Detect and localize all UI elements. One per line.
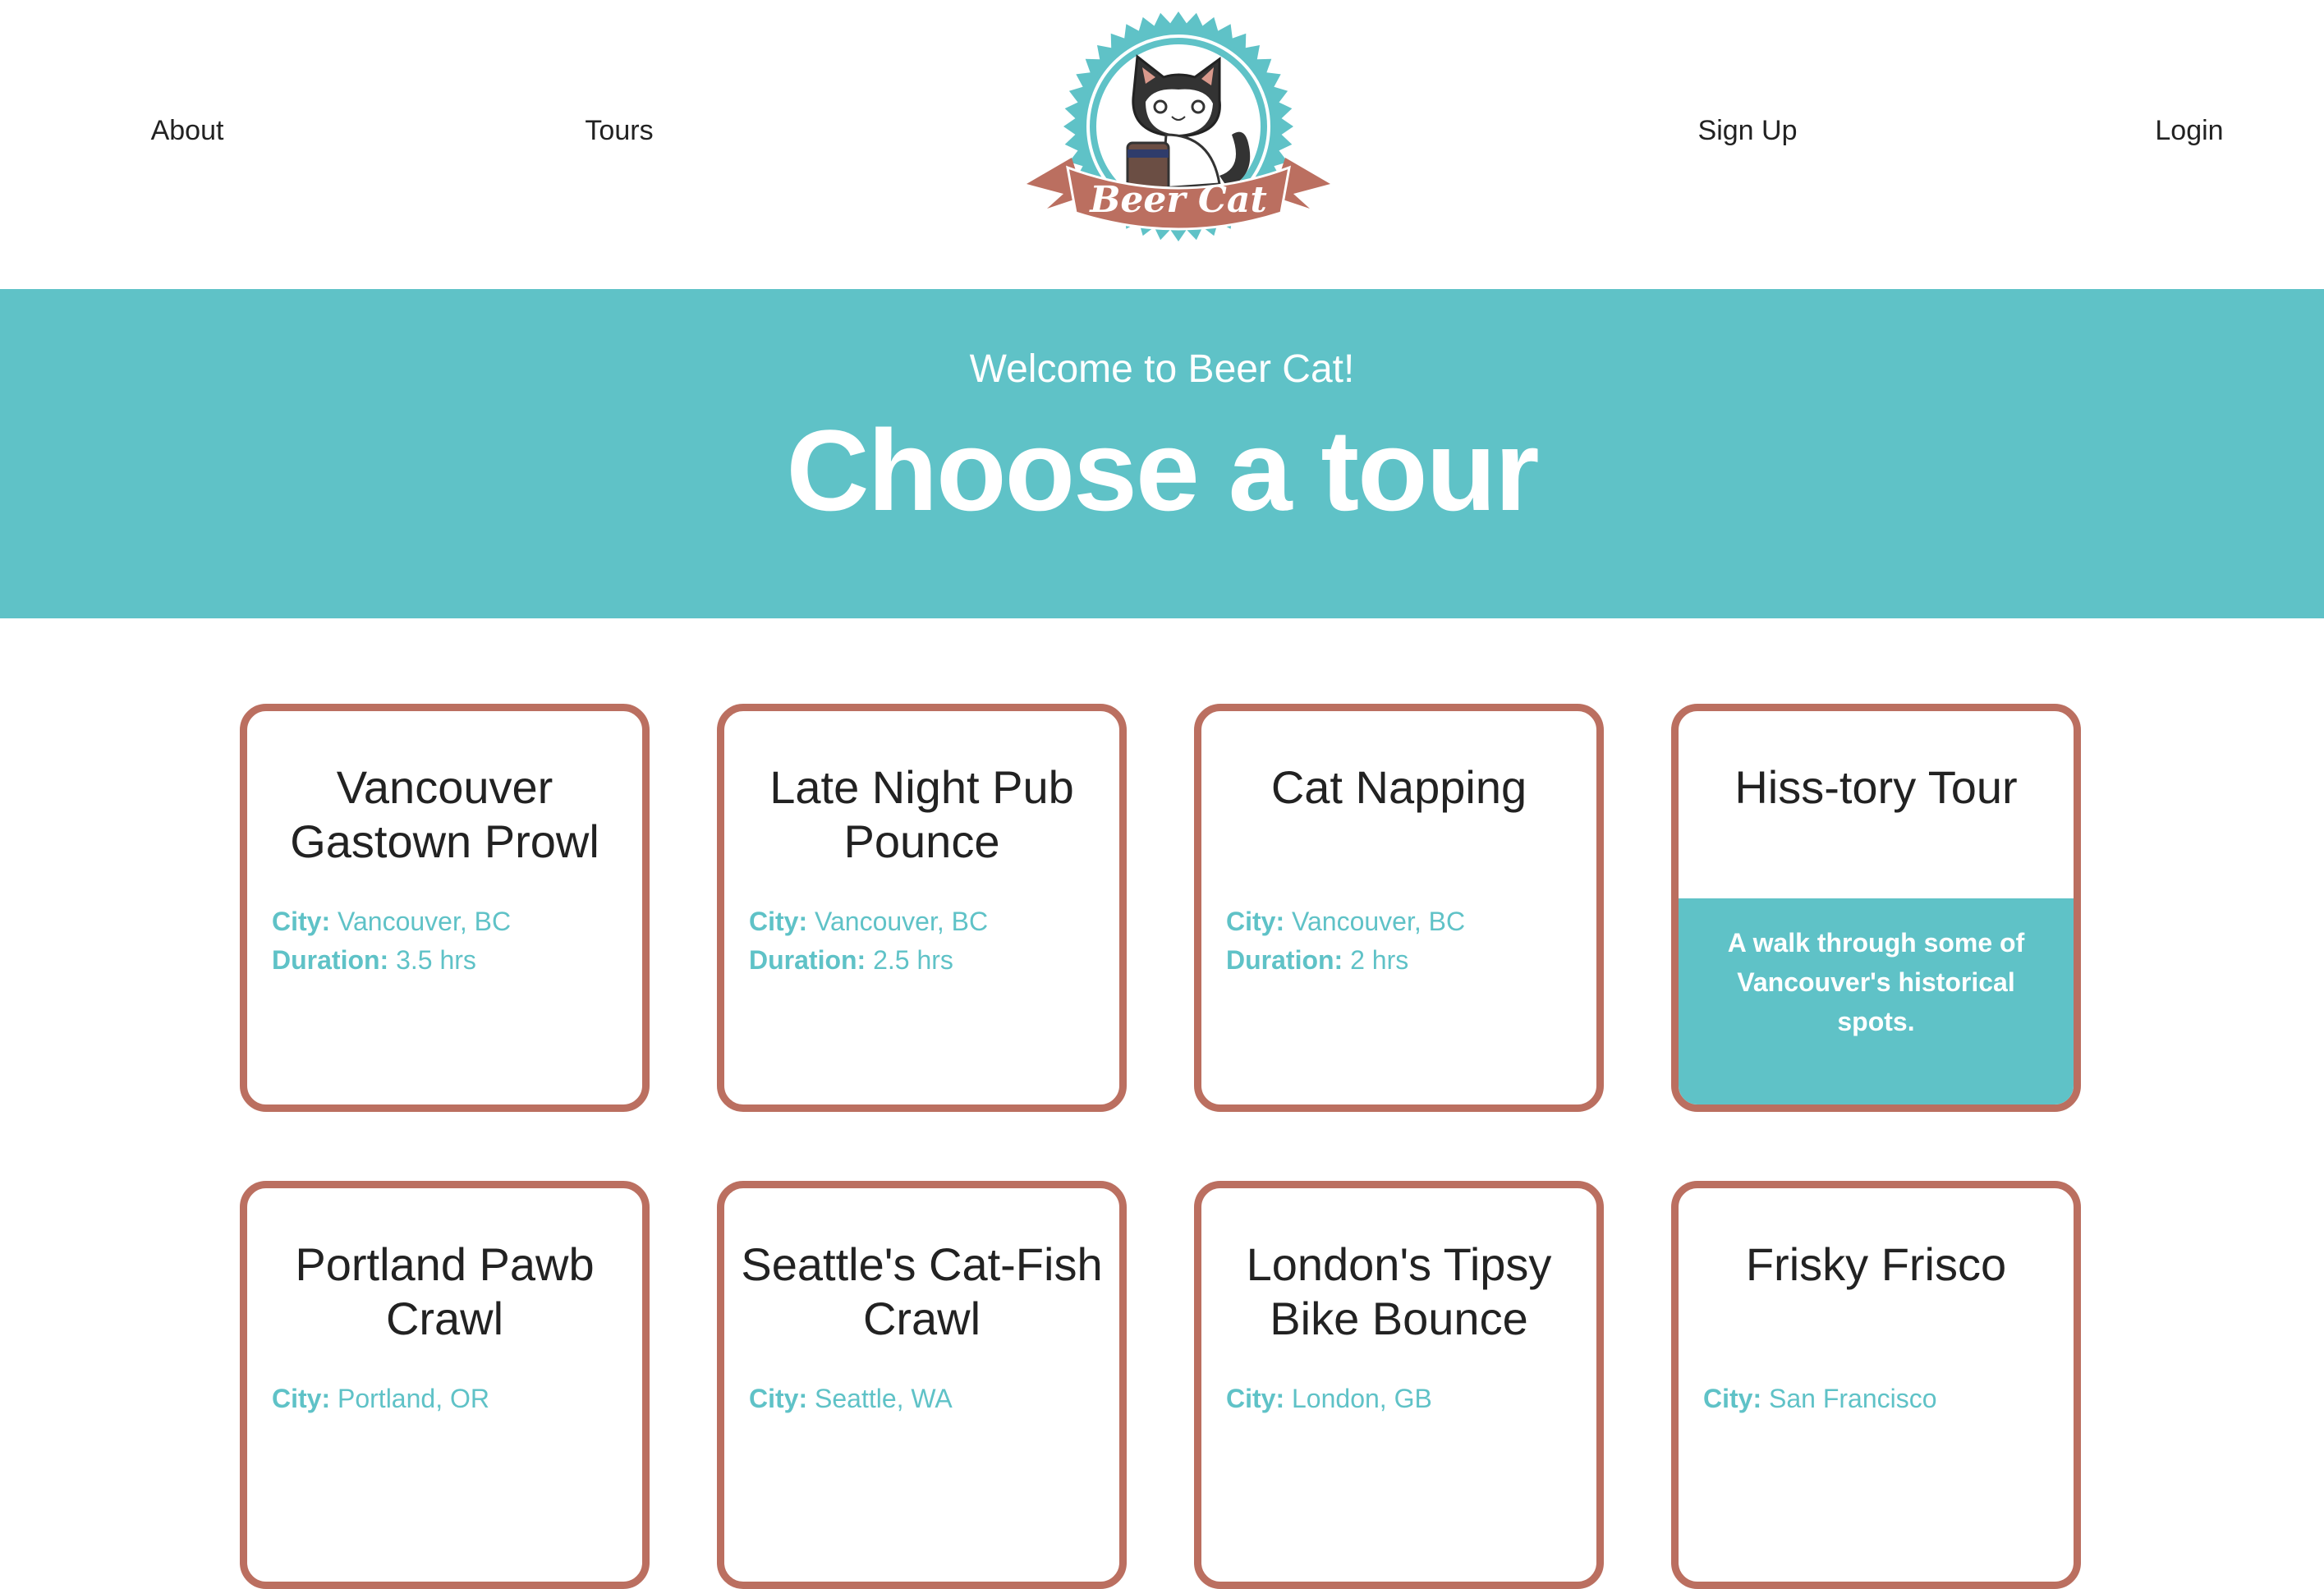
duration-value: 3.5 hrs bbox=[396, 945, 476, 975]
tour-title: Seattle's Cat-Fish Crawl bbox=[741, 1238, 1103, 1344]
duration-value: 2 hrs bbox=[1350, 945, 1409, 975]
city-value: Vancouver, BC bbox=[338, 907, 512, 936]
tour-city: City: Portland, OR bbox=[272, 1380, 489, 1418]
tour-card[interactable]: Frisky Frisco City: San Francisco bbox=[1671, 1181, 2081, 1589]
city-label: City: bbox=[749, 1384, 808, 1413]
tour-meta: City: Vancouver, BC Duration: 2.5 hrs bbox=[749, 902, 988, 980]
city-value: Vancouver, BC bbox=[1292, 907, 1466, 936]
nav-tours[interactable]: Tours bbox=[585, 115, 653, 147]
tour-title: Hiss-tory Tour bbox=[1734, 761, 2018, 813]
tour-meta: City: Seattle, WA bbox=[749, 1380, 953, 1418]
duration-label: Duration: bbox=[749, 945, 866, 975]
tour-card[interactable]: Seattle's Cat-Fish Crawl City: Seattle, W… bbox=[717, 1181, 1127, 1589]
tour-duration: Duration: 2 hrs bbox=[1226, 941, 1465, 980]
tour-city: City: Vancouver, BC bbox=[272, 902, 511, 941]
nav-signup[interactable]: Sign Up bbox=[1698, 115, 1798, 147]
tour-card[interactable]: Vancouver Gastown Prowl City: Vancouver, … bbox=[240, 704, 650, 1112]
tour-meta: City: Vancouver, BC Duration: 2 hrs bbox=[1226, 902, 1465, 980]
hero-welcome: Welcome to Beer Cat! bbox=[969, 347, 1355, 391]
tour-city: City: Vancouver, BC bbox=[749, 902, 988, 941]
tour-city: City: Vancouver, BC bbox=[1226, 902, 1465, 941]
city-label: City: bbox=[1703, 1384, 1762, 1413]
duration-label: Duration: bbox=[272, 945, 389, 975]
tour-title: Vancouver Gastown Prowl bbox=[290, 761, 599, 867]
city-label: City: bbox=[1226, 907, 1285, 936]
tour-title: Late Night Pub Pounce bbox=[769, 761, 1074, 867]
tour-meta: City: San Francisco bbox=[1703, 1380, 1937, 1418]
tour-title: Portland Pawb Crawl bbox=[295, 1238, 595, 1344]
logo-text: Beer Cat bbox=[1088, 179, 1267, 221]
hero-banner: Welcome to Beer Cat! Choose a tour bbox=[0, 289, 2324, 618]
tour-card[interactable]: Portland Pawb Crawl City: Portland, OR bbox=[240, 1181, 650, 1589]
beer-cat-logo[interactable]: Beer Cat bbox=[1022, 11, 1334, 251]
nav-login[interactable]: Login bbox=[2155, 115, 2223, 147]
city-label: City: bbox=[272, 1384, 331, 1413]
nav-about[interactable]: About bbox=[151, 115, 224, 147]
tour-title: Frisky Frisco bbox=[1745, 1238, 2007, 1290]
tour-card[interactable]: Cat Napping City: Vancouver, BC Duration: … bbox=[1194, 704, 1604, 1112]
duration-label: Duration: bbox=[1226, 945, 1343, 975]
tour-city: City: London, GB bbox=[1226, 1380, 1432, 1418]
tour-title: Cat Napping bbox=[1270, 761, 1527, 813]
tour-city: City: Seattle, WA bbox=[749, 1380, 953, 1418]
tour-duration: Duration: 3.5 hrs bbox=[272, 941, 511, 980]
tour-meta: City: Vancouver, BC Duration: 3.5 hrs bbox=[272, 902, 511, 980]
tour-description: A walk through some of Vancouver's histo… bbox=[1679, 898, 2074, 1104]
tour-city: City: San Francisco bbox=[1703, 1380, 1937, 1418]
city-value: London, GB bbox=[1292, 1384, 1432, 1413]
city-label: City: bbox=[272, 907, 331, 936]
city-value: Portland, OR bbox=[338, 1384, 489, 1413]
site-header: About Tours Beer Cat Sign Up Login bbox=[0, 0, 2324, 289]
city-value: Vancouver, BC bbox=[815, 907, 989, 936]
duration-value: 2.5 hrs bbox=[873, 945, 953, 975]
tour-card[interactable]: London's Tipsy Bike Bounce City: London, … bbox=[1194, 1181, 1604, 1589]
tour-card[interactable]: Hiss-tory Tour A walk through some of Van… bbox=[1671, 704, 2081, 1112]
tour-meta: City: Portland, OR bbox=[272, 1380, 489, 1418]
tour-title: London's Tipsy Bike Bounce bbox=[1246, 1238, 1552, 1344]
city-label: City: bbox=[1226, 1384, 1285, 1413]
tour-meta: City: London, GB bbox=[1226, 1380, 1432, 1418]
page-title: Choose a tour bbox=[786, 406, 1539, 535]
city-label: City: bbox=[749, 907, 808, 936]
city-value: San Francisco bbox=[1769, 1384, 1937, 1413]
tour-card[interactable]: Late Night Pub Pounce City: Vancouver, BC… bbox=[717, 704, 1127, 1112]
city-value: Seattle, WA bbox=[815, 1384, 953, 1413]
tour-duration: Duration: 2.5 hrs bbox=[749, 941, 988, 980]
